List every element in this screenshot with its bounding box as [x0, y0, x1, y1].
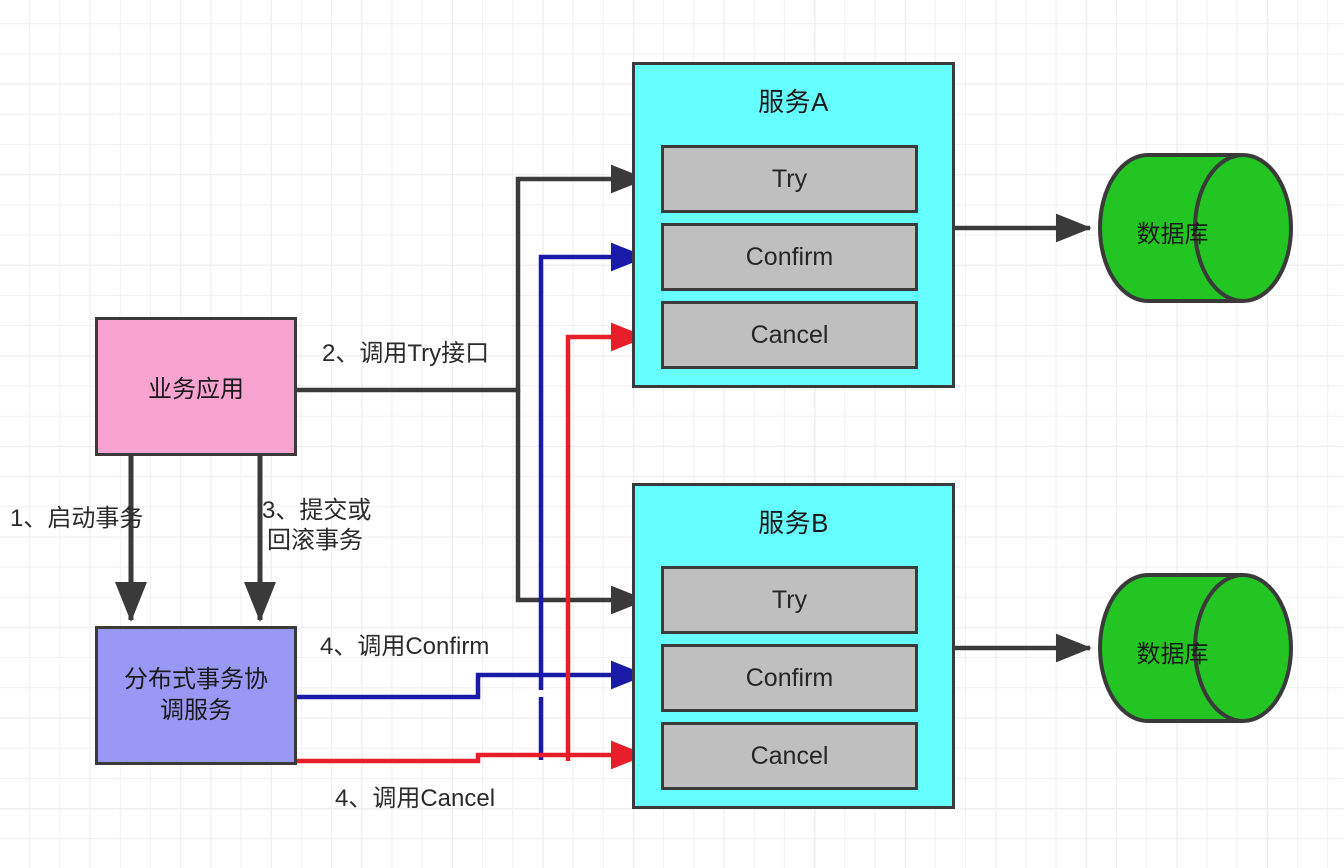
service-b-cancel-label: Cancel — [750, 741, 829, 770]
service-a-confirm-label: Confirm — [745, 242, 834, 271]
edge-call-confirm-b — [297, 660, 647, 700]
database-b-shape — [1098, 573, 1293, 723]
edge-call-try-b — [515, 390, 647, 615]
service-a-node[interactable]: 服务A Try Confirm Cancel — [632, 62, 955, 388]
diagram-canvas: 数据库 数据库 业务应用 分布式事务协 调服务 服务A Try Confirm … — [0, 0, 1344, 868]
service-b-method-list: Try Confirm Cancel — [661, 566, 918, 790]
edge-call-cancel-b — [297, 740, 647, 770]
service-b-confirm-method[interactable]: Confirm — [661, 644, 918, 712]
business-application-label: 业务应用 — [148, 376, 244, 403]
service-a-cancel-label: Cancel — [750, 320, 829, 349]
database-a-shape — [1098, 153, 1293, 303]
edge-label-call-cancel: 4、调用Cancel — [335, 785, 496, 812]
edge-call-confirm-a — [538, 242, 647, 690]
edge-label-call-confirm: 4、调用Confirm — [320, 633, 490, 660]
service-b-cancel-method[interactable]: Cancel — [661, 722, 918, 790]
service-b-node[interactable]: 服务B Try Confirm Cancel — [632, 483, 955, 809]
transaction-coordinator-label-line2: 调服务 — [160, 696, 232, 724]
service-a-method-list: Try Confirm Cancel — [661, 145, 918, 369]
business-application-node[interactable]: 业务应用 — [95, 317, 297, 456]
service-a-confirm-method[interactable]: Confirm — [661, 223, 918, 291]
transaction-coordinator-node[interactable]: 分布式事务协 调服务 — [95, 626, 297, 765]
service-b-try-label: Try — [771, 585, 808, 614]
service-a-title: 服务A — [758, 87, 829, 117]
transaction-coordinator-label-line1: 分布式事务协 — [124, 665, 268, 693]
service-a-cancel-method[interactable]: Cancel — [661, 301, 918, 369]
service-a-try-label: Try — [771, 164, 808, 193]
service-b-confirm-label: Confirm — [745, 663, 834, 692]
edge-label-commit-rollback-line1: 3、提交或 — [262, 497, 372, 524]
edge-label-commit-rollback-line2: 回滚事务 — [267, 527, 363, 554]
service-b-title: 服务B — [758, 508, 829, 538]
edge-label-call-try: 2、调用Try接口 — [322, 340, 490, 367]
edge-label-start-transaction: 1、启动事务 — [10, 505, 144, 532]
service-b-try-method[interactable]: Try — [661, 566, 918, 634]
service-a-try-method[interactable]: Try — [661, 145, 918, 213]
